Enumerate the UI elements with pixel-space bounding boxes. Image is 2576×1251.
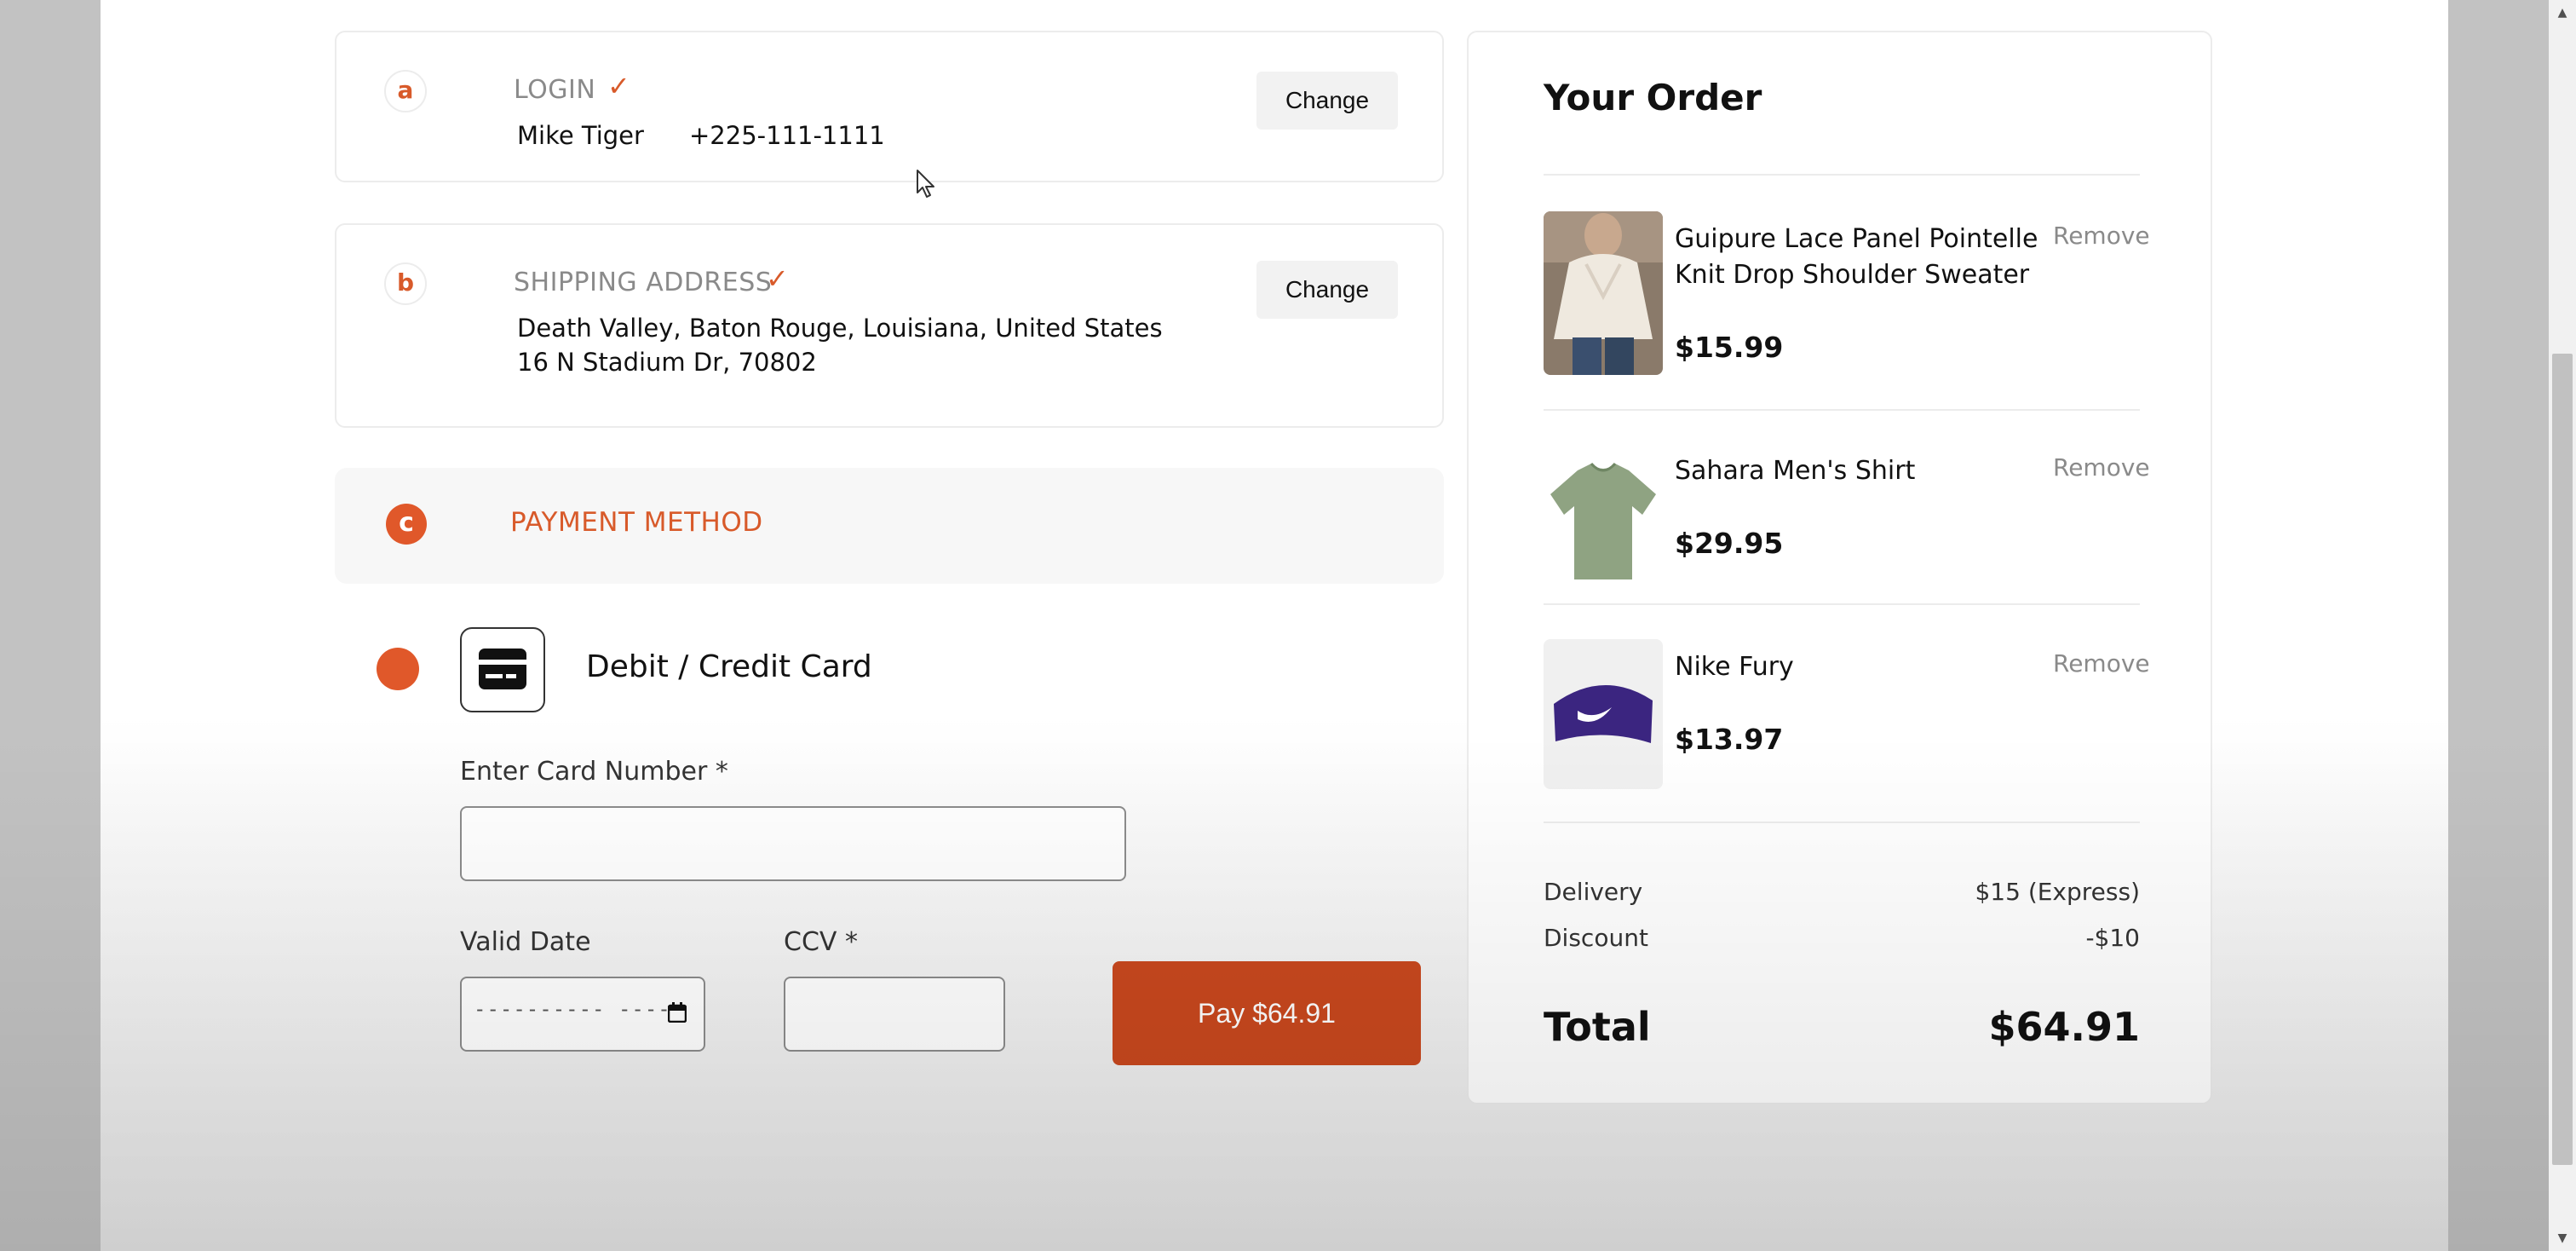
- login-phone: +225-111-1111: [689, 121, 885, 150]
- payment-step-title: PAYMENT METHOD: [510, 507, 763, 538]
- login-name: Mike Tiger: [517, 121, 644, 150]
- valid-date-placeholder: ---------- ----: [474, 997, 671, 1021]
- item-divider: [1544, 409, 2140, 411]
- pay-button[interactable]: Pay $64.91: [1113, 961, 1421, 1065]
- step-badge-a: a: [384, 70, 427, 112]
- card-method-label: Debit / Credit Card: [586, 649, 872, 684]
- sweater-photo[interactable]: [1544, 211, 1663, 375]
- step-badge-b: b: [384, 262, 427, 305]
- delivery-label: Delivery: [1544, 878, 1643, 906]
- card-method-radio[interactable]: [377, 648, 419, 690]
- vertical-scrollbar[interactable]: ▲ ▼: [2549, 0, 2576, 1251]
- order-divider: [1544, 822, 2140, 823]
- item-name-sweater: Guipure Lace Panel Pointelle Knit Drop S…: [1675, 224, 2038, 290]
- card-number-input[interactable]: [460, 806, 1126, 881]
- remove-sweater-button[interactable]: Remove: [2053, 222, 2150, 250]
- login-check-icon: ✓: [607, 70, 630, 102]
- shipping-change-button[interactable]: Change: [1256, 261, 1398, 319]
- item-price-shirt: $29.95: [1675, 527, 1784, 560]
- item-price-sweater: $15.99: [1675, 331, 1784, 364]
- mouse-cursor-icon: [917, 170, 934, 198]
- calendar-icon: [668, 1002, 687, 1023]
- item-divider: [1544, 603, 2140, 605]
- card-number-label: Enter Card Number *: [460, 757, 728, 787]
- order-divider: [1544, 174, 2140, 176]
- valid-date-label: Valid Date: [460, 927, 591, 957]
- remove-nike-fury-button[interactable]: Remove: [2053, 649, 2150, 677]
- ccv-label: CCV *: [784, 927, 858, 957]
- headband-photo[interactable]: [1544, 639, 1663, 789]
- scroll-down-arrow-icon[interactable]: ▼: [2549, 1225, 2576, 1251]
- ccv-input[interactable]: [784, 977, 1005, 1052]
- page-gutter-left: [0, 0, 101, 1251]
- login-step-title: LOGIN: [514, 75, 596, 105]
- shipping-check-icon: ✓: [766, 262, 789, 295]
- shipping-address-line1: Death Valley, Baton Rouge, Louisiana, Un…: [517, 314, 1163, 343]
- shipping-address-line2: 16 N Stadium Dr, 70802: [517, 348, 817, 377]
- item-price-nike-fury: $13.97: [1675, 723, 1784, 756]
- scroll-up-arrow-icon[interactable]: ▲: [2549, 0, 2576, 26]
- shipping-step-card: b SHIPPING ADDRESS ✓ Death Valley, Baton…: [335, 223, 1444, 428]
- delivery-value: $15 (Express): [1975, 878, 2140, 906]
- shipping-step-title: SHIPPING ADDRESS: [514, 268, 773, 297]
- payment-step-card: c PAYMENT METHOD: [335, 468, 1444, 584]
- remove-shirt-button[interactable]: Remove: [2053, 453, 2150, 481]
- order-summary-panel: Your Order Guipure Lace Panel Pointelle …: [1467, 31, 2212, 1104]
- step-badge-c: c: [386, 504, 427, 545]
- item-name-shirt: Sahara Men's Shirt: [1675, 456, 1916, 486]
- discount-value: -$10: [2085, 924, 2140, 952]
- login-step-card: a LOGIN ✓ Mike Tiger +225-111-1111 Chang…: [335, 31, 1444, 182]
- scrollbar-thumb[interactable]: [2552, 354, 2573, 1165]
- tshirt-photo[interactable]: [1544, 445, 1663, 608]
- valid-date-input[interactable]: ---------- ----: [460, 977, 705, 1052]
- page-gutter-right: [2448, 0, 2549, 1251]
- item-name-nike-fury: Nike Fury: [1675, 652, 1794, 682]
- login-change-button[interactable]: Change: [1256, 72, 1398, 130]
- total-value: $64.91: [1988, 1004, 2140, 1050]
- credit-card-icon: [460, 627, 545, 712]
- discount-label: Discount: [1544, 924, 1648, 952]
- total-label: Total: [1544, 1004, 1651, 1050]
- order-title: Your Order: [1544, 77, 1762, 118]
